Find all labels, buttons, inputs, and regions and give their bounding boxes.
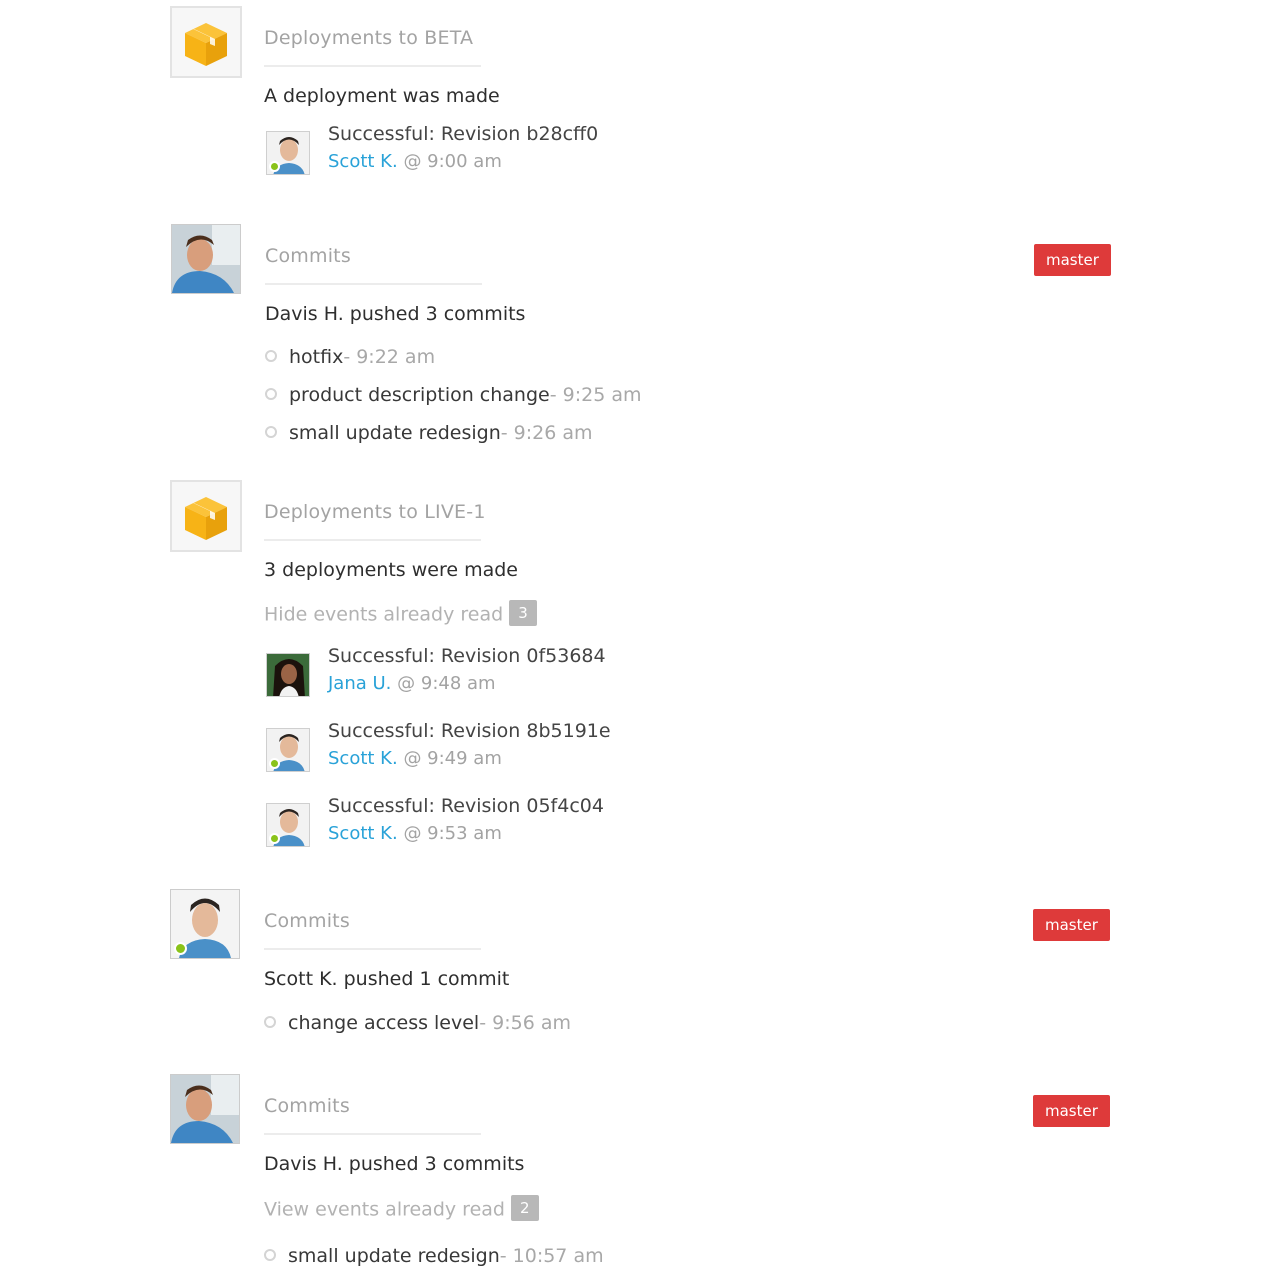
hide-read-events-link[interactable]: Hide events already read 3 [264,600,537,628]
deployment-time: @ 9:00 am [403,151,502,172]
commit-item[interactable]: small update redesign- 10:57 am [264,1245,604,1267]
deployment-meta: Jana U. @ 9:48 am [328,673,496,694]
deployment-avatar [170,480,242,552]
read-count-badge: 2 [510,1195,539,1221]
commit-bullet-icon [265,387,277,400]
commit-item[interactable]: small update redesign- 9:26 am [265,422,593,444]
user-link[interactable]: Scott K. [328,748,398,769]
user-avatar[interactable] [171,224,241,294]
commit-message: hotfix [289,346,344,368]
event-summary: Scott K. pushed 1 commit [264,968,510,990]
branch-badge[interactable]: master [1034,244,1111,276]
deployment-time: @ 9:49 am [403,748,502,769]
package-icon [185,497,227,540]
online-status-icon [269,161,280,172]
toggle-label: View events already read [264,1198,505,1221]
deployment-time: @ 9:48 am [397,673,496,694]
avatar[interactable] [266,728,310,772]
user-link[interactable]: Scott K. [328,151,398,172]
title-divider [264,948,481,950]
user-link[interactable]: Jana U. [328,673,391,694]
event-summary: Davis H. pushed 3 commits [265,303,526,325]
title-divider [264,65,481,67]
branch-badge[interactable]: master [1033,909,1110,941]
online-status-icon [269,833,280,844]
commit-item[interactable]: hotfix- 9:22 am [265,346,435,368]
commit-time: - 9:25 am [549,384,642,406]
deployment-avatar [170,6,242,78]
event-summary: A deployment was made [264,85,500,107]
avatar[interactable] [266,803,310,847]
package-icon [185,23,227,66]
commit-message: small update redesign [288,1245,500,1267]
user-link[interactable]: Scott K. [328,823,398,844]
commit-bullet-icon [264,1248,276,1261]
title-divider [264,539,481,541]
deployment-meta: Scott K. @ 9:53 am [328,823,502,844]
view-read-events-link[interactable]: View events already read 2 [264,1195,539,1223]
commit-time: - 9:22 am [343,346,436,368]
event-summary: 3 deployments were made [264,559,518,581]
deployment-meta: Scott K. @ 9:49 am [328,748,502,769]
avatar[interactable] [266,131,310,175]
revision-status[interactable]: Successful: Revision 0f53684 [328,645,606,667]
commit-time: - 9:26 am [500,422,593,444]
toggle-label: Hide events already read [264,603,504,626]
commit-bullet-icon [264,1015,276,1028]
event-title: Deployments to BETA [264,27,474,49]
revision-status[interactable]: Successful: Revision 8b5191e [328,720,611,742]
commit-bullet-icon [265,425,277,438]
commit-message: product description change [289,384,550,406]
commit-time: - 10:57 am [499,1245,604,1267]
user-avatar[interactable] [170,889,240,959]
event-summary: Davis H. pushed 3 commits [264,1153,525,1175]
event-title: Commits [265,245,351,267]
deployment-meta: Scott K. @ 9:00 am [328,151,502,172]
event-title: Commits [264,1095,350,1117]
commit-item[interactable]: product description change- 9:25 am [265,384,642,406]
commit-message: small update redesign [289,422,501,444]
commit-item[interactable]: change access level- 9:56 am [264,1012,571,1034]
deployment-time: @ 9:53 am [403,823,502,844]
commit-bullet-icon [265,349,277,362]
online-status-icon [174,942,187,955]
commit-time: - 9:56 am [479,1012,571,1034]
commit-message: change access level [288,1012,480,1034]
revision-status[interactable]: Successful: Revision b28cff0 [328,123,598,145]
event-title: Deployments to LIVE-1 [264,501,486,523]
branch-badge[interactable]: master [1033,1095,1110,1127]
user-avatar[interactable] [170,1074,240,1144]
title-divider [264,1133,481,1135]
online-status-icon [269,758,280,769]
read-count-badge: 3 [509,600,537,626]
avatar[interactable] [266,653,310,697]
title-divider [265,283,482,285]
revision-status[interactable]: Successful: Revision 05f4c04 [328,795,604,817]
event-title: Commits [264,910,350,932]
